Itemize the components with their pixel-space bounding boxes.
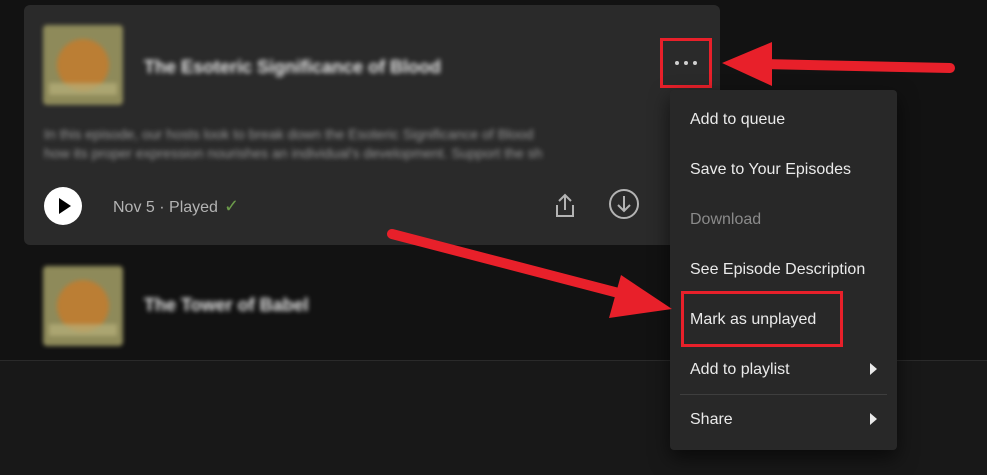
annotation-arrows: [387, 42, 955, 318]
annotation-arrow-bottom: [387, 229, 672, 318]
annotation-arrow-top: [722, 42, 955, 86]
